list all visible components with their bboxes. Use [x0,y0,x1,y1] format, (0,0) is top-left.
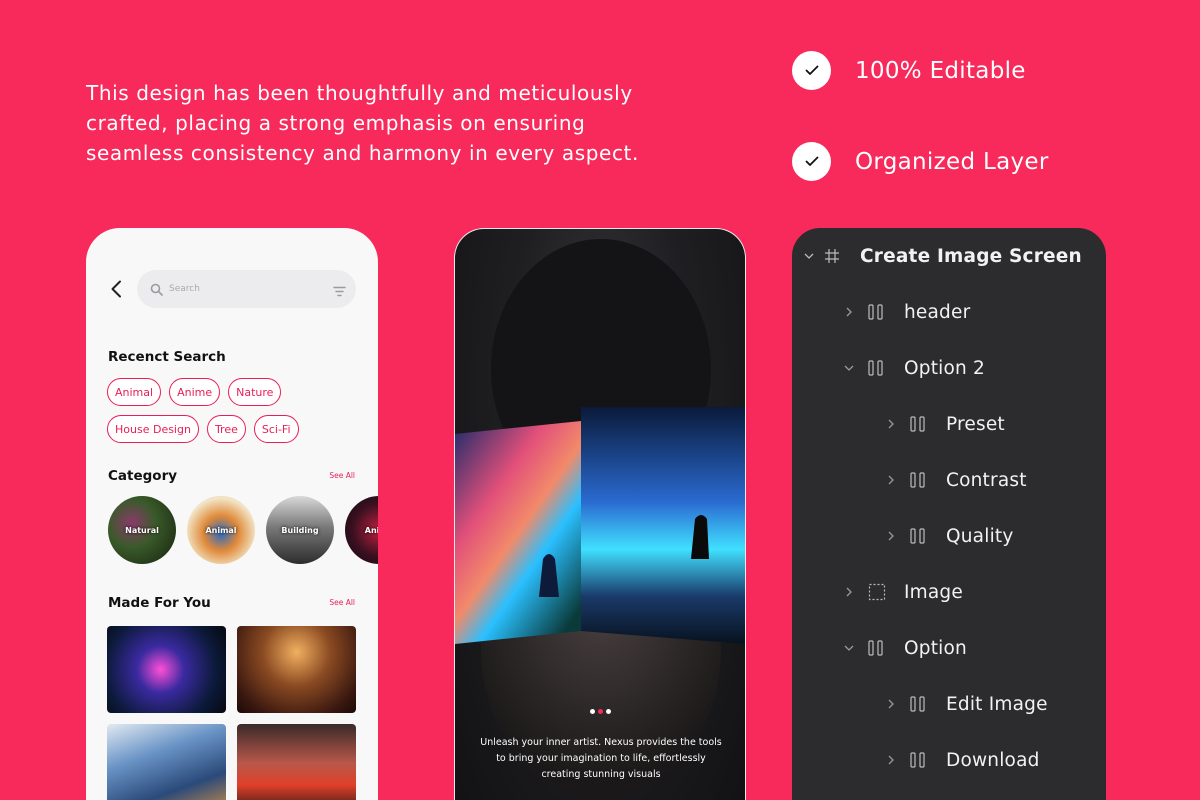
recent-search-title: Recenct Search [108,349,226,365]
page-dot-active[interactable] [597,709,603,714]
chevron-right-icon[interactable] [842,587,856,597]
auto-layout-icon [910,752,928,768]
layers-panel: Create Image Screen header Option 2 Pres… [792,228,1106,800]
dashed-frame-icon [868,583,886,601]
layer-preset[interactable]: Preset [884,412,1005,436]
made-for-you-title: Made For You [108,595,211,611]
category-see-all-link[interactable]: See All [329,471,355,480]
filter-icon[interactable] [333,282,346,301]
layer-name: Option 2 [904,357,985,379]
layer-name: Option [904,637,967,659]
layer-option[interactable]: Option [842,636,967,660]
chevron-right-icon[interactable] [884,475,898,485]
auto-layout-icon [868,640,886,656]
category-animal[interactable]: Animal [187,496,255,564]
chevron-right-icon[interactable] [884,699,898,709]
feature-label: 100% Editable [855,57,1026,84]
layer-image[interactable]: Image [842,580,963,604]
layer-name: Quality [946,525,1014,547]
made-for-you-see-all-link[interactable]: See All [329,598,355,607]
made-for-you-tile[interactable] [237,724,356,800]
layer-contrast[interactable]: Contrast [884,468,1027,492]
category-anime[interactable]: Anime [345,496,378,564]
check-icon [792,51,831,90]
made-for-you-tile[interactable] [107,626,226,713]
made-for-you-tile[interactable] [237,626,356,713]
layer-name: header [904,301,971,323]
recent-search-chips: Animal Anime Nature House Design Tree Sc… [107,378,367,452]
layer-name: Download [946,749,1040,771]
chevron-right-icon[interactable] [842,307,856,317]
layer-frame-create-image-screen[interactable]: Create Image Screen [802,244,1082,268]
chevron-right-icon[interactable] [884,531,898,541]
search-header [86,270,378,310]
layer-name: Create Image Screen [860,245,1082,267]
chip-anime[interactable]: Anime [169,378,221,406]
search-input[interactable] [169,279,319,299]
chevron-right-icon[interactable] [884,419,898,429]
category-list: Natural Animal Building Anime [108,496,378,564]
onboarding-tagline: Unleash your inner artist. Nexus provide… [480,737,722,780]
search-bar[interactable] [137,270,356,308]
chip-animal[interactable]: Animal [107,378,162,406]
chip-house-design[interactable]: House Design [107,415,199,443]
feature-organized-layer: Organized Layer [792,142,1049,181]
search-icon [150,281,163,300]
intro-description: This design has been thoughtfully and me… [86,81,639,165]
feature-label: Organized Layer [855,148,1049,175]
check-icon [792,142,831,181]
page-dot[interactable] [589,709,595,714]
layer-option-2[interactable]: Option 2 [842,356,985,380]
frame-icon [824,248,840,264]
auto-layout-icon [910,416,928,432]
auto-layout-icon [868,360,886,376]
layer-download[interactable]: Download [884,748,1040,772]
layer-header[interactable]: header [842,300,970,324]
category-natural[interactable]: Natural [108,496,176,564]
layer-name: Edit Image [946,693,1048,715]
auto-layout-icon [910,528,928,544]
layer-edit-image[interactable]: Edit Image [884,692,1048,716]
hero-illustration [455,239,745,799]
search-screen: Recenct Search Animal Anime Nature House… [86,228,378,800]
made-for-you-tile[interactable] [107,724,226,800]
chip-nature[interactable]: Nature [228,378,282,406]
chip-tree[interactable]: Tree [206,415,246,443]
made-for-you-grid [107,626,356,800]
layer-name: Image [904,581,963,603]
onboarding-screen: Nexus [454,228,746,800]
auto-layout-icon [868,304,886,320]
chevron-down-icon[interactable] [842,645,856,651]
category-title: Category [108,468,178,484]
chevron-down-icon[interactable] [842,365,856,371]
chevron-down-icon[interactable] [802,253,816,259]
layer-name: Contrast [946,469,1027,491]
back-arrow-icon[interactable] [110,280,122,302]
chevron-right-icon[interactable] [884,755,898,765]
auto-layout-icon [910,472,928,488]
auto-layout-icon [910,696,928,712]
page-indicator [455,709,745,714]
category-building[interactable]: Building [266,496,334,564]
feature-editable: 100% Editable [792,51,1026,90]
layer-quality[interactable]: Quality [884,524,1014,548]
layer-name: Preset [946,413,1005,435]
page-dot[interactable] [605,709,611,714]
chip-sci-fi[interactable]: Sci-Fi [253,415,299,443]
